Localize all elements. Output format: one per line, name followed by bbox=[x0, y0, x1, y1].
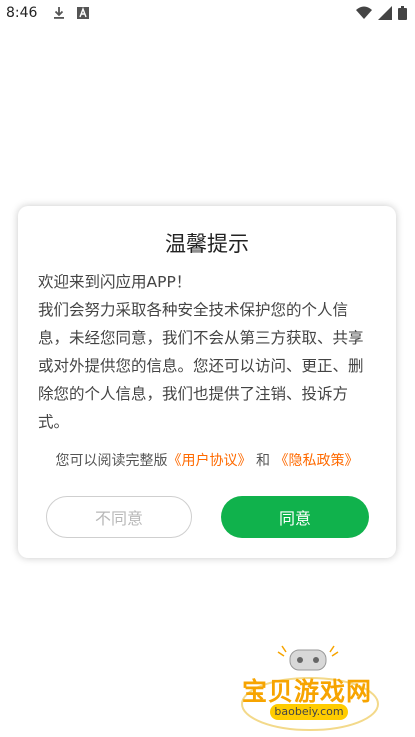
disagree-button[interactable]: 不同意 bbox=[46, 496, 192, 538]
status-time: 8:46 bbox=[6, 5, 38, 21]
agree-button[interactable]: 同意 bbox=[221, 496, 369, 538]
signal-icon bbox=[378, 6, 392, 20]
font-icon bbox=[77, 7, 89, 19]
wifi-icon bbox=[356, 6, 372, 19]
agreement-links: 您可以阅读完整版《用户协议》 和 《隐私政策》 bbox=[18, 450, 396, 470]
battery-icon bbox=[398, 6, 407, 20]
consent-dialog: 温馨提示 欢迎来到闪应用APP！ 我们会努力采取各种安全技术保护您的个人信息，未… bbox=[18, 206, 396, 558]
site-watermark: 宝贝游戏网 baobeiy.com bbox=[238, 642, 388, 734]
user-agreement-link[interactable]: 《用户协议》 bbox=[168, 453, 252, 469]
privacy-notice-text: 我们会努力采取各种安全技术保护您的个人信息，未经您同意，我们不会从第三方获取、共… bbox=[38, 301, 364, 431]
dialog-body: 欢迎来到闪应用APP！ 我们会努力采取各种安全技术保护您的个人信息，未经您同意，… bbox=[38, 268, 376, 436]
dialog-title: 温馨提示 bbox=[165, 232, 249, 256]
links-prefix: 您可以阅读完整版 bbox=[55, 453, 168, 469]
download-icon bbox=[54, 7, 64, 19]
privacy-policy-link[interactable]: 《隐私政策》 bbox=[274, 453, 358, 469]
welcome-text: 欢迎来到闪应用APP！ bbox=[38, 273, 192, 291]
watermark-title: 宝贝游戏网 bbox=[242, 677, 373, 706]
watermark-url: baobeiy.com bbox=[270, 704, 348, 720]
status-bar: 8:46 bbox=[0, 0, 415, 28]
links-and: 和 bbox=[256, 453, 270, 469]
